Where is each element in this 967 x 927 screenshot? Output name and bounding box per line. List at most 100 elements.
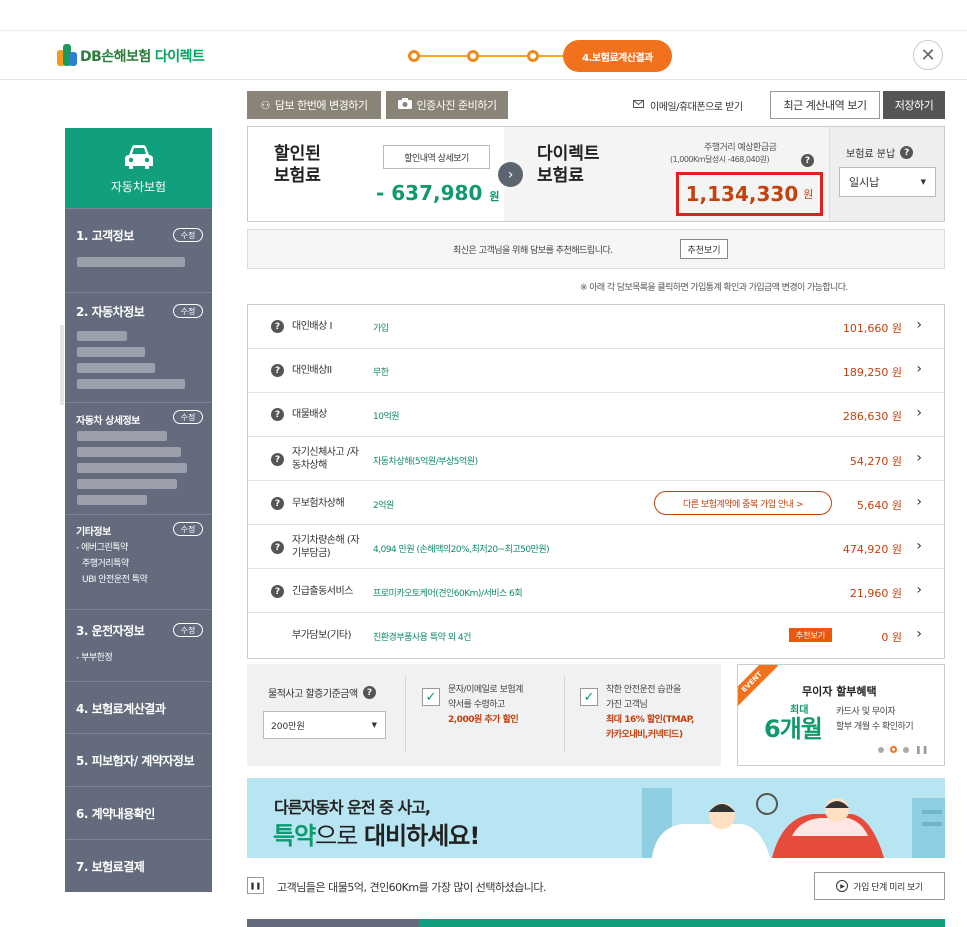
coverage-row[interactable]: ? 대인배상 I 가입 101,660 원 › — [248, 305, 944, 349]
db-logo-icon — [57, 44, 77, 68]
camera-icon — [397, 98, 412, 112]
banner-line2: 특약으로 대비하세요! — [273, 822, 480, 850]
bottom-bar — [247, 919, 945, 927]
sidebar-car-header: 자동차보험 — [65, 128, 212, 208]
step-dot-1 — [408, 50, 420, 62]
blurred-info — [77, 331, 127, 341]
discounted-label: 할인된 보험료 — [274, 144, 321, 186]
edit-button[interactable]: 수정 — [173, 623, 203, 637]
direct-amount-highlight: 1,134,330 원 — [676, 172, 823, 216]
chevron-right-icon: › — [916, 405, 922, 421]
pause-icon: ❚❚ — [249, 881, 262, 890]
duplicate-guide-badge[interactable]: 다른 보험계약에 중복 가입 안내 > — [654, 491, 832, 515]
coverage-row[interactable]: ? 무보험차상해 2억원 다른 보험계약에 중복 가입 안내 > 5,640 원… — [248, 481, 944, 525]
recommend-button[interactable]: 추천보기 — [680, 239, 728, 259]
change-coverage-button[interactable]: ⚇ 담보 한번에 변경하기 — [247, 91, 381, 119]
coverage-row[interactable]: 부가담보(기타) 친환경부품사용 특약 외 4건 추천보기 0 원 › — [248, 613, 944, 658]
help-icon[interactable]: ? — [271, 585, 284, 598]
sidebar-title: 기타정보 — [76, 527, 111, 538]
close-button[interactable]: ✕ — [913, 40, 943, 70]
sidebar-title: 2. 자동차정보 — [76, 305, 145, 319]
discount-amount: - 637,980 원 — [376, 181, 500, 205]
sidebar-item-payment[interactable]: 7. 보험료결제 — [65, 839, 212, 892]
edit-button[interactable]: 수정 — [173, 228, 203, 242]
help-icon[interactable]: ? — [900, 146, 914, 159]
promo-banner[interactable]: 다른자동차 운전 중 사고, 특약으로 대비하세요! — [247, 778, 945, 858]
sidebar-section-driver[interactable]: 3. 운전자정보 수정 - 부부한정 — [65, 609, 212, 681]
chevron-right-icon: › — [916, 450, 922, 466]
coverage-row[interactable]: ? 대인배상II 무한 189,250 원 › — [248, 349, 944, 393]
sidebar-item-insured-info[interactable]: 5. 피보험자/ 계약자정보 — [65, 733, 212, 786]
recommend-tag[interactable]: 추천보기 — [789, 628, 832, 642]
discount-detail-button[interactable]: 할인내역 상세보기 — [383, 145, 490, 169]
sidebar-section-car-detail[interactable]: 자동차 상세정보 수정 — [65, 402, 212, 514]
sidebar-car-label: 자동차보험 — [110, 180, 167, 194]
payment-panel: 보험료 분납? 일시납 ▼ — [829, 127, 944, 221]
event-months: 6개월 — [764, 715, 823, 743]
help-icon[interactable]: ? — [271, 453, 284, 466]
logo-text: DB손해보험 다이렉트 — [80, 49, 205, 65]
mileage-refund-sub: (1,000Km달성시 -468,040원) — [670, 155, 770, 164]
chevron-right-icon: › — [916, 538, 922, 554]
logo[interactable]: DB손해보험 다이렉트 — [57, 43, 205, 69]
coverage-row[interactable]: ? 자기신체사고 /자동차상해 자동차상해(5억원/부상5억원) 54,270 … — [248, 437, 944, 481]
sidebar-item-premium-result[interactable]: 4. 보험료계산결과 — [65, 681, 212, 733]
help-icon[interactable]: ? — [271, 320, 284, 333]
chevron-right-icon: › — [916, 317, 922, 333]
blurred-info — [77, 363, 155, 373]
sidebar-sub-item: - 부부한정 — [76, 653, 113, 663]
direct-label: 다이렉트 보험료 — [537, 144, 600, 186]
close-icon: ✕ — [920, 44, 936, 66]
pause-button[interactable]: ❚❚ — [247, 877, 264, 894]
arrow-right-icon: › — [498, 162, 523, 187]
help-icon[interactable]: ? — [271, 408, 284, 421]
blurred-info — [77, 447, 181, 457]
property-threshold-select[interactable]: 200만원 ▼ — [263, 711, 386, 739]
sidebar-item-contract-check[interactable]: 6. 계약내용확인 — [65, 786, 212, 839]
notice-text: 최신은 고객님을 위해 담보를 추천해드립니다. — [453, 246, 613, 256]
blurred-info — [77, 495, 147, 505]
prepare-photo-button[interactable]: 인증사진 준비하기 — [386, 91, 508, 119]
help-icon[interactable]: ? — [362, 686, 376, 699]
property-threshold-label: 물적사고 할증기준금액? — [268, 685, 376, 700]
coverage-row[interactable]: ? 긴급출동서비스 프로미카오토케어(견인60Km)/서비스 6회 21,960… — [248, 569, 944, 613]
payment-select[interactable]: 일시납 ▼ — [839, 167, 936, 197]
sidebar-section-car[interactable]: 2. 자동차정보 수정 — [65, 292, 212, 402]
help-icon[interactable]: ? — [271, 497, 284, 510]
coverage-hint: ※ 아래 각 담보목록을 클릭하면 가입통계 확인과 가입금액 변경이 가능합니… — [580, 283, 848, 293]
help-icon[interactable]: ? — [801, 154, 814, 167]
sidebar-sub-item: 주행거리특약 — [82, 559, 129, 569]
safe-driving-checkbox[interactable]: ✓ — [580, 688, 598, 706]
help-icon[interactable]: ? — [271, 364, 284, 377]
carousel-dot[interactable] — [878, 746, 884, 753]
carousel-dot-active[interactable] — [890, 746, 897, 753]
carousel-dots[interactable]: ❚❚ — [878, 745, 928, 754]
sidebar-title: 4. 보험료계산결과 — [76, 702, 166, 716]
blurred-info — [77, 479, 177, 489]
coverage-row[interactable]: ? 자기차량손해 (자기부담금) 4,094 만원 (손해액의20%,최저20~… — [248, 525, 944, 569]
sidebar-scrollbar[interactable] — [60, 325, 64, 405]
safe-driving-option: 착한 안전운전 습관을 가진 고객님 최대 16% 할인(TMAP, 카카오내비,… — [606, 685, 694, 740]
pause-icon[interactable]: ❚❚ — [915, 745, 928, 754]
sidebar-section-customer[interactable]: 1. 고객정보 수정 — [65, 208, 212, 292]
chevron-right-icon: › — [916, 582, 922, 598]
save-button[interactable]: 저장하기 — [883, 91, 945, 119]
step-progress-line — [414, 55, 564, 57]
blurred-info — [77, 431, 167, 441]
preview-steps-button[interactable]: ▶ 가입 단계 미리 보기 — [814, 872, 945, 900]
chevron-right-icon: › — [916, 626, 922, 642]
blurred-info — [77, 463, 187, 473]
payment-label: 보험료 분납? — [846, 145, 914, 160]
coverage-row[interactable]: ? 대물배상 10억원 286,630 원 › — [248, 393, 944, 437]
edit-button[interactable]: 수정 — [173, 410, 203, 424]
caret-down-icon: ▼ — [371, 721, 377, 729]
event-banner[interactable]: EVENT 무이자 할부혜택 최대 6개월 카드사 및 무이자 할부 개월 수 확… — [737, 664, 945, 766]
recent-history-button[interactable]: 최근 계산내역 보기 — [770, 91, 880, 119]
edit-button[interactable]: 수정 — [173, 304, 203, 318]
email-receive-link[interactable]: 이메일/휴대폰으로 받기 — [633, 96, 743, 114]
sms-email-checkbox[interactable]: ✓ — [422, 688, 440, 706]
edit-button[interactable]: 수정 — [173, 522, 203, 536]
help-icon[interactable]: ? — [271, 541, 284, 554]
carousel-dot[interactable] — [903, 746, 909, 753]
sidebar-section-other[interactable]: 기타정보 수정 - 에버그린특약 주행거리특약 UBI 안전운전 특약 — [65, 514, 212, 609]
